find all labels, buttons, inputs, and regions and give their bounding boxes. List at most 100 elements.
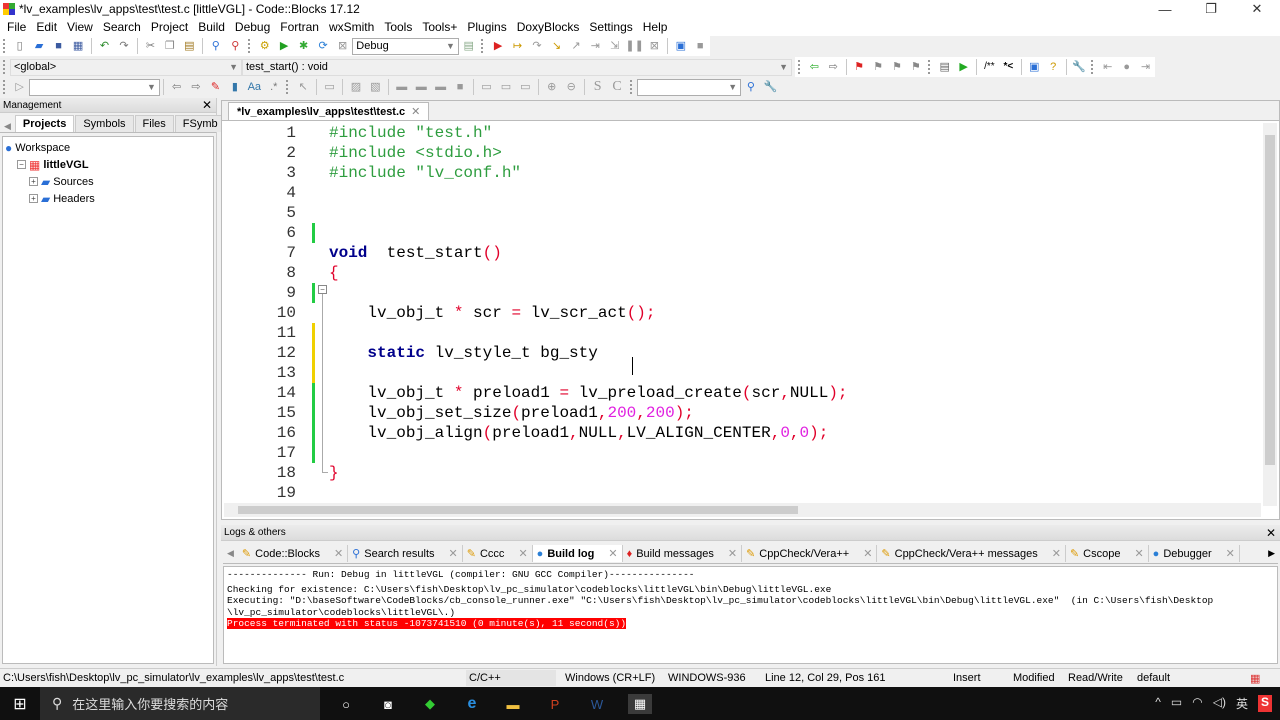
camera-app-icon[interactable]: ◙ [378, 694, 398, 714]
close-tab-icon[interactable]: ✕ [1226, 547, 1235, 560]
code-line[interactable]: lv_obj_align(preload1,NULL,LV_ALIGN_CENT… [329, 423, 828, 443]
build-icon[interactable]: ⚙ [257, 38, 272, 54]
log-tab-cscope[interactable]: ✎ Cscope ✕ [1066, 545, 1149, 562]
menu-tools-[interactable]: Tools+ [417, 20, 462, 34]
close-tab-icon[interactable]: ✕ [863, 547, 872, 560]
minimize-button[interactable]: — [1142, 0, 1188, 18]
step-into-icon[interactable]: ↘ [549, 38, 564, 54]
find-icon[interactable]: ⚲ [208, 38, 223, 54]
code-line[interactable]: static lv_style_t bg_sty [329, 343, 597, 363]
jump-forward-icon[interactable]: ⇨ [826, 59, 841, 75]
target-options-icon[interactable]: ▤ [461, 38, 476, 54]
menu-debug[interactable]: Debug [230, 20, 275, 34]
tray-chevron-icon[interactable]: ^ [1155, 695, 1161, 712]
menu-help[interactable]: Help [638, 20, 673, 34]
open-file-icon[interactable]: ▰ [31, 38, 46, 54]
menu-settings[interactable]: Settings [584, 20, 637, 34]
next-instruction-icon[interactable]: ⇥ [588, 38, 603, 54]
info-icon[interactable]: ■ [693, 38, 708, 54]
log-tab-build-messages[interactable]: ♦ Build messages ✕ [623, 545, 743, 562]
expand-icon[interactable]: + [29, 194, 38, 203]
rect-tool-icon[interactable]: ▭ [322, 79, 337, 95]
fold-toggle-icon[interactable]: − [318, 285, 327, 294]
highlight-icon[interactable]: ✎ [208, 79, 223, 95]
tab-fsymb[interactable]: FSymb [174, 115, 226, 132]
tab-symbols[interactable]: Symbols [75, 115, 134, 132]
collapse-icon[interactable]: − [17, 160, 26, 169]
rebuild-icon[interactable]: ⟳ [315, 38, 330, 54]
code-editor[interactable]: − 1 #include "test.h" 2 #include <stdio.h> 3… [222, 123, 1262, 503]
menu-tools[interactable]: Tools [379, 20, 417, 34]
editor-horizontal-scrollbar[interactable] [224, 503, 1261, 517]
close-management-icon[interactable]: ✕ [202, 98, 212, 113]
close-button[interactable]: ✕ [1234, 0, 1280, 18]
log-tab-cccc[interactable]: ✎ Cccc ✕ [463, 545, 533, 562]
zoom-out-icon[interactable]: ⊖ [563, 79, 578, 95]
close-logs-icon[interactable]: ✕ [1266, 525, 1276, 541]
log-tab-cppcheck-vera-messages[interactable]: ✎ CppCheck/Vera++ messages ✕ [877, 545, 1066, 562]
volume-icon[interactable]: ◁) [1213, 695, 1226, 712]
toggle-bookmark-icon[interactable]: ⚑ [852, 59, 867, 75]
code-line[interactable]: lv_obj_t * scr = lv_scr_act(); [329, 303, 655, 323]
tree-node-littlevgl[interactable]: − ▦ littleVGL [3, 156, 213, 173]
toolbar-grip[interactable] [3, 39, 7, 53]
frame-2-icon[interactable]: ▭ [498, 79, 513, 95]
close-tab-icon[interactable]: ✕ [1052, 547, 1061, 560]
windows-start-icon[interactable]: ⊞ [10, 694, 30, 714]
build-log-output[interactable]: -------------- Run: Debug in littleVGL (… [223, 566, 1278, 664]
layout-3-icon[interactable]: ▬ [433, 79, 448, 95]
menu-doxyblocks[interactable]: DoxyBlocks [512, 20, 585, 34]
menu-edit[interactable]: Edit [31, 20, 62, 34]
layout-2-icon[interactable]: ▬ [413, 79, 428, 95]
code-line[interactable]: lv_obj_set_size(preload1,200,200); [329, 403, 694, 423]
code-line[interactable]: #include "test.h" [329, 123, 492, 143]
word-icon[interactable]: W [587, 694, 607, 714]
log-tab-cppcheck-vera-[interactable]: ✎ CppCheck/Vera++ ✕ [742, 545, 878, 562]
match-case-icon[interactable]: Aa [247, 79, 262, 95]
edge-browser-icon[interactable]: e [462, 694, 482, 714]
editor-vertical-scrollbar[interactable] [1263, 123, 1277, 506]
incremental-search-icon[interactable]: ▷ [12, 79, 27, 95]
undo-icon[interactable]: ↶ [97, 38, 112, 54]
code-line[interactable]: void test_start() [329, 243, 502, 263]
incremental-search-input[interactable]: ▼ [29, 78, 160, 96]
tab-scroll-left-icon[interactable]: ◀ [227, 548, 234, 559]
stop-debug-icon[interactable]: ⊠ [647, 38, 662, 54]
regex-icon[interactable]: .* [266, 79, 281, 95]
sogou-input-icon[interactable]: S [1257, 695, 1272, 712]
ime-indicator[interactable]: 英 [1236, 695, 1248, 712]
next-change-icon[interactable]: ⇥ [1138, 59, 1153, 75]
code-line[interactable]: lv_obj_t * preload1 = lv_preload_create(… [329, 383, 847, 403]
menu-build[interactable]: Build [193, 20, 230, 34]
tree-node-workspace[interactable]: ● Workspace [3, 139, 213, 156]
menu-search[interactable]: Search [98, 20, 146, 34]
close-tab-icon[interactable]: ✕ [411, 106, 420, 118]
log-tab-code-blocks[interactable]: ✎ Code::Blocks ✕ [238, 545, 349, 562]
debug-windows-icon[interactable]: ▣ [673, 38, 688, 54]
next-bookmark-icon[interactable]: ⚑ [889, 59, 904, 75]
tab-files[interactable]: Files [134, 115, 174, 132]
tree-node-sources[interactable]: + ▰ Sources [3, 173, 213, 190]
clear-bookmarks-icon[interactable]: ⚑ [908, 59, 923, 75]
code-line[interactable]: #include <stdio.h> [329, 143, 502, 163]
save-all-icon[interactable]: ▦ [70, 38, 85, 54]
replace-icon[interactable]: ⚲ [228, 38, 243, 54]
selected-text-only-icon[interactable]: ▮ [227, 79, 242, 95]
function-select[interactable]: test_start() : void ▼ [242, 58, 792, 76]
chm-doc-icon[interactable]: ? [1046, 59, 1061, 75]
doxy-wizard-icon[interactable]: ▤ [937, 59, 952, 75]
run-icon[interactable]: ▶ [276, 38, 291, 54]
code-line[interactable]: #include "lv_conf.h" [329, 163, 521, 183]
abort-icon[interactable]: ⊠ [335, 38, 350, 54]
save-icon[interactable]: ■ [51, 38, 66, 54]
close-tab-icon[interactable]: ✕ [518, 547, 527, 560]
search-next-icon[interactable]: ⇨ [188, 79, 203, 95]
layout-1-icon[interactable]: ▬ [394, 79, 409, 95]
frame-3-icon[interactable]: ▭ [518, 79, 533, 95]
frame-1-icon[interactable]: ▭ [479, 79, 494, 95]
code-line[interactable]: } [329, 463, 339, 483]
menu-project[interactable]: Project [146, 20, 193, 34]
symbol-search-icon[interactable]: ⚲ [743, 79, 758, 95]
scroll-thumb[interactable] [238, 506, 798, 514]
log-tab-build-log[interactable]: ● Build log ✕ [532, 545, 623, 562]
